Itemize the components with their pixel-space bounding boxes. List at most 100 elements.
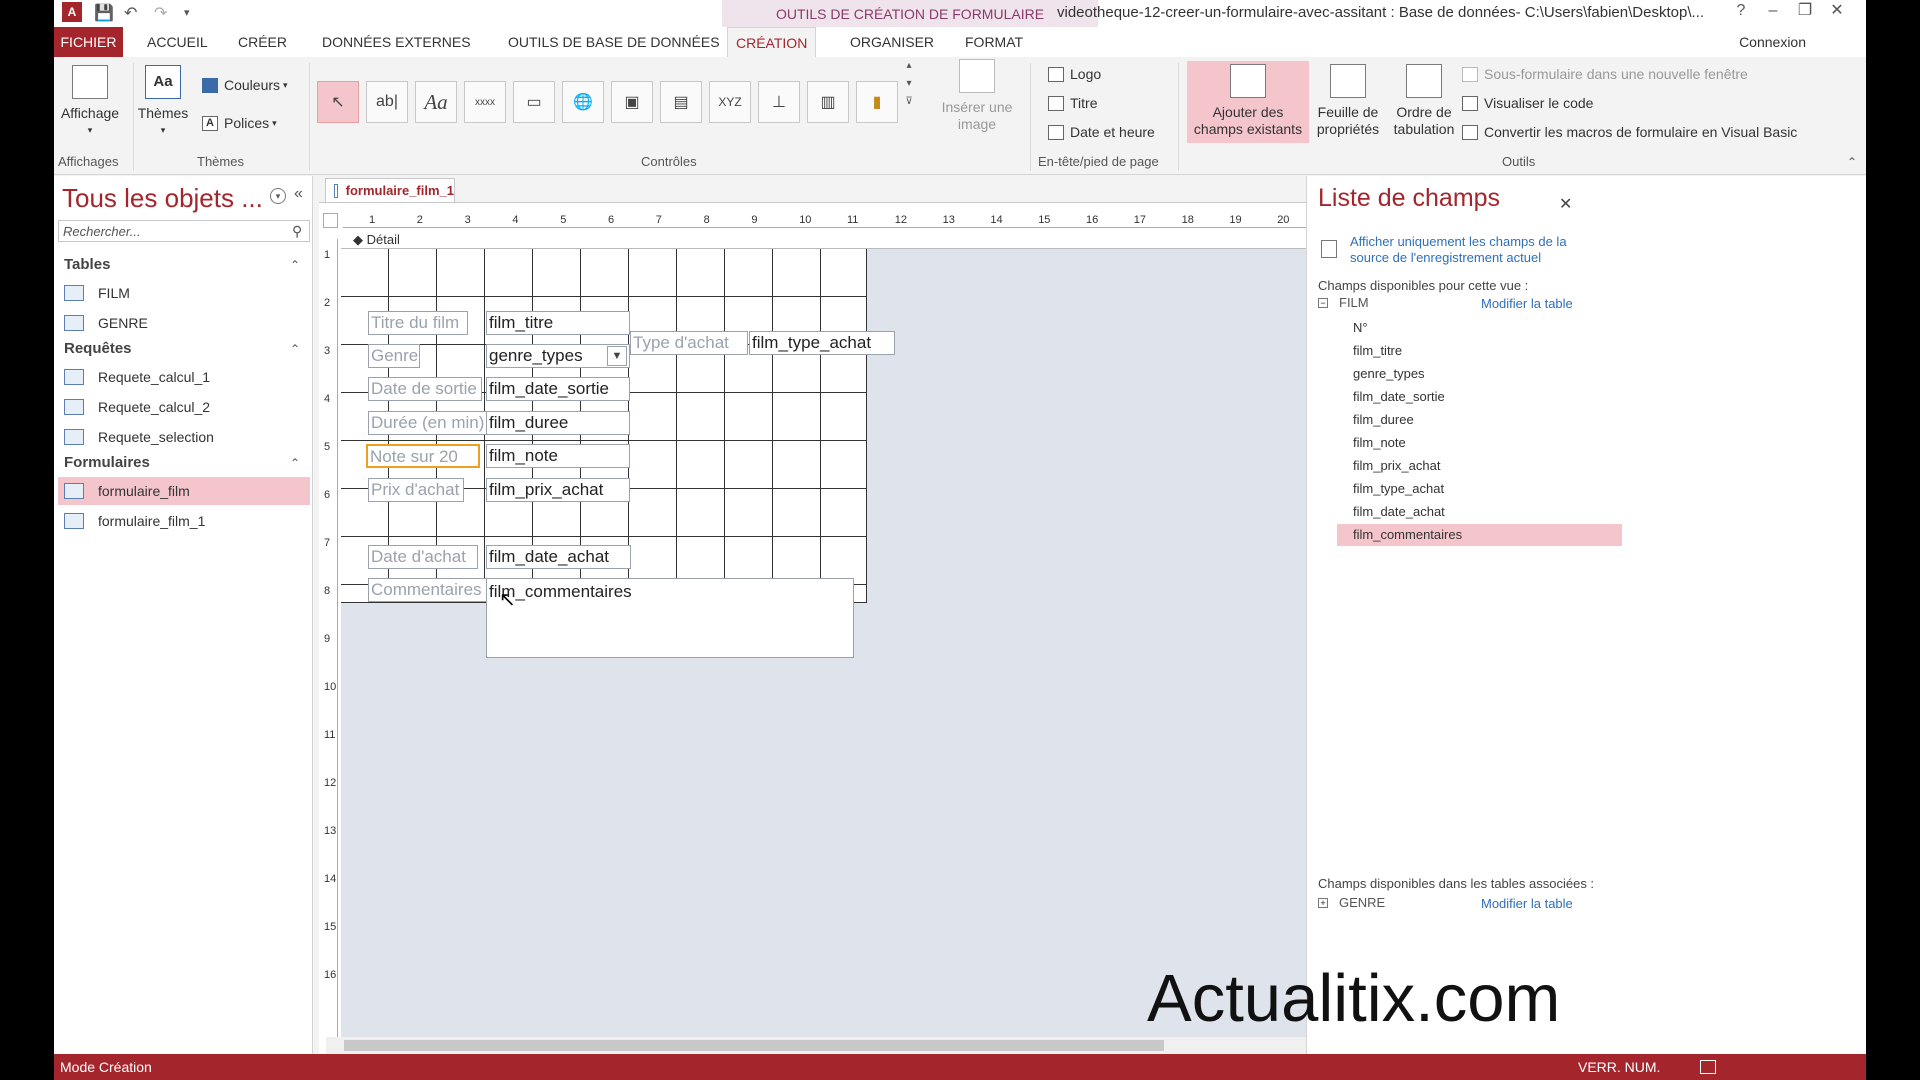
- field-item-film-prix-achat[interactable]: film_prix_achat: [1337, 455, 1622, 477]
- field-film-date-achat[interactable]: film_date_achat: [486, 545, 631, 569]
- themes-button[interactable]: Aa Thèmes ▾: [136, 65, 190, 139]
- label-prix-achat[interactable]: Prix d'achat: [368, 478, 464, 502]
- field-item-film-type-achat[interactable]: film_type_achat: [1337, 478, 1622, 500]
- redo-icon[interactable]: ↷: [154, 3, 167, 23]
- tab-format[interactable]: FORMAT: [957, 27, 1031, 57]
- design-view-icon[interactable]: [1700, 1060, 1716, 1074]
- feuille-proprietes-button[interactable]: Feuille de propriétés: [1310, 64, 1386, 138]
- nav-section-requetes[interactable]: Requêtes: [64, 340, 132, 357]
- close-field-list-icon[interactable]: ✕: [1559, 194, 1572, 214]
- field-film-titre[interactable]: film_titre: [486, 311, 630, 335]
- label-duree[interactable]: Durée (en min): [368, 411, 488, 435]
- nav-item-formulaire-film[interactable]: formulaire_film: [58, 477, 310, 505]
- controls-gallery-scroll[interactable]: ▴ ▾ ⊽: [902, 57, 916, 115]
- restore-button[interactable]: ❐: [1790, 0, 1820, 24]
- label-control[interactable]: Aa: [415, 81, 457, 123]
- search-icon[interactable]: ⚲: [292, 223, 302, 240]
- field-film-type-achat[interactable]: film_type_achat: [749, 331, 895, 355]
- tab-outils-base-de-donnees[interactable]: OUTILS DE BASE DE DONNÉES: [500, 27, 728, 57]
- tab-fichier[interactable]: FICHIER: [54, 27, 123, 57]
- nav-item-requete-calcul-1[interactable]: Requete_calcul_1: [64, 363, 310, 391]
- textbox-control[interactable]: ab|: [366, 81, 408, 123]
- logo-button[interactable]: Logo: [1048, 66, 1101, 82]
- collapse-table-icon[interactable]: −: [1318, 298, 1328, 308]
- label-note-sur-20[interactable]: Note sur 20: [366, 444, 480, 468]
- help-button[interactable]: ?: [1726, 0, 1756, 24]
- page-break-control-icon[interactable]: ⊥: [758, 81, 800, 123]
- related-table-genre[interactable]: GENRE: [1339, 895, 1385, 910]
- field-item-film-titre[interactable]: film_titre: [1337, 340, 1622, 362]
- tab-organiser[interactable]: ORGANISER: [842, 27, 942, 57]
- nav-section-formulaires[interactable]: Formulaires: [64, 454, 150, 471]
- nav-menu-dropdown-icon[interactable]: ▾: [270, 188, 286, 204]
- label-commentaires[interactable]: Commentaires: [368, 578, 488, 602]
- button-control[interactable]: xxxx: [464, 81, 506, 123]
- collapse-ribbon-icon[interactable]: ⌃: [1847, 155, 1857, 169]
- nav-item-film[interactable]: FILM: [64, 279, 310, 307]
- field-item-film-date-sortie[interactable]: film_date_sortie: [1337, 386, 1622, 408]
- web-browser-control-icon[interactable]: ▣: [611, 81, 653, 123]
- show-current-source-link[interactable]: Afficher uniquement les champs de la sour…: [1350, 234, 1567, 266]
- tab-control-icon[interactable]: ▭: [513, 81, 555, 123]
- date-heure-button[interactable]: Date et heure: [1048, 124, 1155, 140]
- modify-table-link[interactable]: Modifier la table: [1481, 296, 1573, 311]
- collapse-section-icon[interactable]: ⌃: [290, 258, 300, 272]
- collapse-section-icon[interactable]: ⌃: [290, 342, 300, 356]
- nav-search-input[interactable]: Rechercher...: [58, 220, 310, 242]
- field-genre-types[interactable]: genre_types ▼: [486, 344, 630, 368]
- visualiser-code-button[interactable]: Visualiser le code: [1462, 95, 1593, 111]
- filter-fields-icon[interactable]: [1321, 240, 1337, 258]
- ajouter-champs-existants-button[interactable]: Ajouter des champs existants: [1187, 61, 1309, 143]
- ordre-tabulation-button[interactable]: Ordre de tabulation: [1388, 64, 1460, 138]
- nav-item-requete-selection[interactable]: Requete_selection: [64, 423, 310, 451]
- nav-item-genre[interactable]: GENRE: [64, 309, 310, 337]
- form-selector[interactable]: [323, 213, 338, 228]
- navigation-control-icon[interactable]: ▤: [660, 81, 702, 123]
- close-button[interactable]: ✕: [1822, 0, 1852, 24]
- hyperlink-control-icon[interactable]: 🌐: [562, 81, 604, 123]
- convertir-macros-button[interactable]: Convertir les macros de formulaire en Vi…: [1462, 124, 1797, 140]
- field-film-duree[interactable]: film_duree: [486, 411, 630, 435]
- sign-in-link[interactable]: Connexion: [1731, 27, 1814, 57]
- label-titre-du-film[interactable]: Titre du film: [368, 311, 468, 335]
- field-item-film-date-achat[interactable]: film_date_achat: [1337, 501, 1622, 523]
- sous-formulaire-button[interactable]: Sous-formulaire dans une nouvelle fenêtr…: [1462, 66, 1748, 82]
- chart-control-icon[interactable]: ▮: [856, 81, 898, 123]
- access-app-icon[interactable]: A: [62, 2, 82, 22]
- titre-button[interactable]: Titre: [1048, 95, 1097, 111]
- horizontal-scroll-thumb[interactable]: [344, 1040, 1164, 1051]
- customize-qat-icon[interactable]: ▾: [184, 6, 190, 19]
- field-film-commentaires[interactable]: film_commentaires: [486, 578, 854, 658]
- field-item-film-note[interactable]: film_note: [1337, 432, 1622, 454]
- nav-item-formulaire-film-1[interactable]: formulaire_film_1: [64, 507, 310, 535]
- field-item-n[interactable]: N°: [1337, 317, 1622, 339]
- field-film-prix-achat[interactable]: film_prix_achat: [486, 478, 630, 502]
- field-list-table-film[interactable]: FILM: [1339, 295, 1369, 310]
- tab-donnees-externes[interactable]: DONNÉES EXTERNES: [314, 27, 479, 57]
- label-type-achat[interactable]: Type d'achat: [630, 331, 748, 355]
- tab-accueil[interactable]: ACCUEIL: [139, 27, 216, 57]
- collapse-nav-icon[interactable]: «: [294, 185, 303, 203]
- undo-icon[interactable]: ↶: [124, 3, 137, 23]
- insert-image-button[interactable]: Insérer une image: [936, 59, 1018, 133]
- nav-pane-title[interactable]: Tous les objets ...: [62, 183, 263, 214]
- expand-table-icon[interactable]: +: [1318, 898, 1328, 908]
- modify-related-table-link[interactable]: Modifier la table: [1481, 896, 1573, 911]
- document-tab[interactable]: formulaire_film_1: [325, 178, 455, 202]
- tab-creation[interactable]: CRÉATION: [727, 27, 817, 57]
- tab-creer[interactable]: CRÉER: [230, 27, 295, 57]
- field-item-film-duree[interactable]: film_duree: [1337, 409, 1622, 431]
- option-group-control-icon[interactable]: XYZ: [709, 81, 751, 123]
- field-item-genre-types[interactable]: genre_types: [1337, 363, 1622, 385]
- minimize-button[interactable]: –: [1758, 0, 1788, 24]
- nav-section-tables[interactable]: Tables: [64, 256, 110, 273]
- label-genre[interactable]: Genre: [368, 344, 420, 368]
- save-icon[interactable]: 💾: [94, 3, 114, 23]
- select-pointer-control[interactable]: ↖: [317, 81, 359, 123]
- field-item-film-commentaires[interactable]: film_commentaires: [1337, 524, 1622, 546]
- combo-dropdown-icon[interactable]: ▼: [607, 346, 627, 366]
- polices-button[interactable]: A Polices ▾: [202, 115, 277, 131]
- couleurs-button[interactable]: Couleurs ▾: [202, 77, 288, 93]
- collapse-section-icon[interactable]: ⌃: [290, 456, 300, 470]
- field-film-date-sortie[interactable]: film_date_sortie: [486, 377, 630, 401]
